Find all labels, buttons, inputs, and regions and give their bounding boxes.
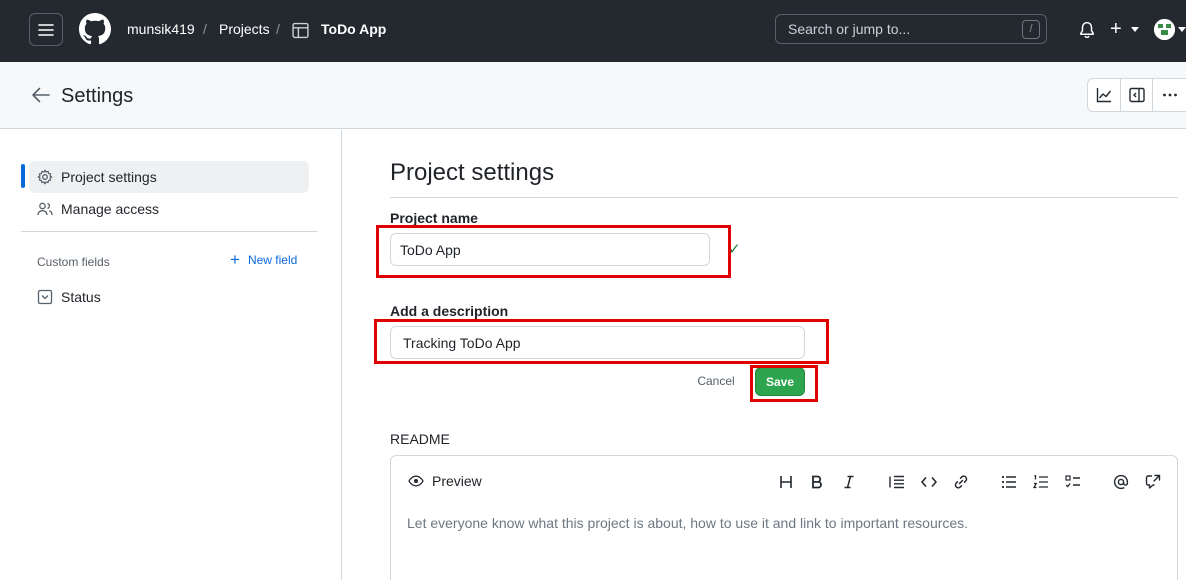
mention-button[interactable]: [1111, 472, 1131, 492]
section-divider: [390, 197, 1178, 198]
more-options-button[interactable]: [1153, 79, 1186, 111]
check-icon: ✓: [728, 241, 741, 258]
insights-button[interactable]: [1088, 79, 1121, 111]
user-avatar[interactable]: [1154, 19, 1175, 40]
tasklist-icon: [1065, 475, 1080, 488]
sidebar-item-status-field[interactable]: Status: [29, 281, 309, 313]
heading-button[interactable]: [776, 472, 796, 492]
save-button[interactable]: Save: [755, 367, 805, 396]
github-logo-icon[interactable]: [79, 13, 111, 45]
code-icon: [921, 476, 937, 488]
custom-fields-heading: Custom fields: [37, 255, 110, 269]
bold-icon: [812, 475, 822, 489]
view-button-group: [1087, 78, 1186, 112]
arrow-left-icon[interactable]: [31, 86, 50, 104]
mention-icon: [1113, 474, 1129, 490]
readme-editor: Preview Let everyone know what this proj…: [390, 455, 1178, 580]
active-indicator: [21, 164, 25, 188]
hamburger-menu-button[interactable]: [29, 13, 63, 46]
section-title: Project settings: [390, 159, 555, 186]
ordered-list-button[interactable]: [1031, 472, 1051, 492]
search-shortcut-key: /: [1022, 20, 1040, 39]
italic-button[interactable]: [839, 472, 859, 492]
page-title: Settings: [61, 85, 134, 107]
gear-icon: [37, 169, 53, 185]
identicon-icon: [1154, 19, 1175, 40]
sidebar-item-manage-access[interactable]: Manage access: [29, 193, 309, 225]
hamburger-icon: [38, 23, 54, 36]
settings-titlebar: Settings: [0, 62, 1186, 129]
new-field-button[interactable]: + New field: [230, 250, 298, 269]
sidebar-item-project-settings[interactable]: Project settings: [29, 161, 309, 193]
list-unordered-icon: [1001, 475, 1016, 489]
bell-icon[interactable]: [1078, 21, 1096, 39]
readme-placeholder: Let everyone know what this project is a…: [407, 515, 969, 531]
side-panel-button[interactable]: [1121, 79, 1154, 111]
cross-reference-icon: [1145, 474, 1161, 489]
create-new-button[interactable]: +: [1110, 18, 1122, 40]
unordered-list-button[interactable]: [999, 472, 1019, 492]
project-name-input[interactable]: [390, 233, 710, 266]
caret-down-icon: [1178, 27, 1186, 32]
cancel-button[interactable]: Cancel: [690, 367, 742, 395]
link-button[interactable]: [951, 472, 971, 492]
breadcrumb-separator: /: [276, 21, 280, 37]
task-list-button[interactable]: [1063, 472, 1083, 492]
code-button[interactable]: [919, 472, 939, 492]
quote-icon: [889, 475, 904, 489]
sidebar-item-label: Manage access: [61, 201, 160, 217]
readme-label: README: [390, 431, 450, 447]
sidebar-expand-icon: [1128, 87, 1145, 103]
description-label: Add a description: [390, 303, 509, 319]
preview-tab[interactable]: Preview: [408, 473, 482, 489]
people-icon: [37, 202, 53, 216]
global-header: munsik419 / Projects / ToDo App Search o…: [0, 0, 1186, 62]
link-icon: [954, 475, 968, 489]
eye-icon: [408, 475, 424, 487]
italic-icon: [844, 475, 854, 489]
project-name-label: Project name: [390, 210, 478, 226]
table-icon: [292, 22, 309, 39]
bold-button[interactable]: [807, 472, 827, 492]
caret-down-icon: [1131, 27, 1139, 32]
cross-reference-button[interactable]: [1143, 472, 1163, 492]
settings-sidebar: Project settings Manage access Custom fi…: [0, 130, 342, 580]
single-select-icon: [37, 289, 53, 305]
description-input[interactable]: [390, 326, 805, 359]
sidebar-divider: [21, 231, 317, 232]
quote-button[interactable]: [887, 472, 907, 492]
preview-label: Preview: [432, 473, 482, 489]
heading-icon: [780, 476, 792, 488]
search-input[interactable]: Search or jump to... /: [775, 14, 1047, 44]
breadcrumb-owner-link[interactable]: munsik419: [127, 21, 195, 37]
plus-icon: +: [230, 250, 240, 269]
list-ordered-icon: [1033, 475, 1048, 489]
breadcrumb-project-link[interactable]: ToDo App: [321, 21, 386, 37]
search-placeholder: Search or jump to...: [788, 21, 911, 37]
breadcrumb-projects-link[interactable]: Projects: [219, 21, 270, 37]
breadcrumb-separator: /: [203, 21, 207, 37]
graph-icon: [1096, 88, 1111, 103]
sidebar-item-label: Project settings: [61, 169, 157, 185]
new-field-label: New field: [247, 253, 298, 267]
sidebar-item-label: Status: [61, 289, 101, 305]
kebab-horizontal-icon: [1162, 93, 1177, 97]
